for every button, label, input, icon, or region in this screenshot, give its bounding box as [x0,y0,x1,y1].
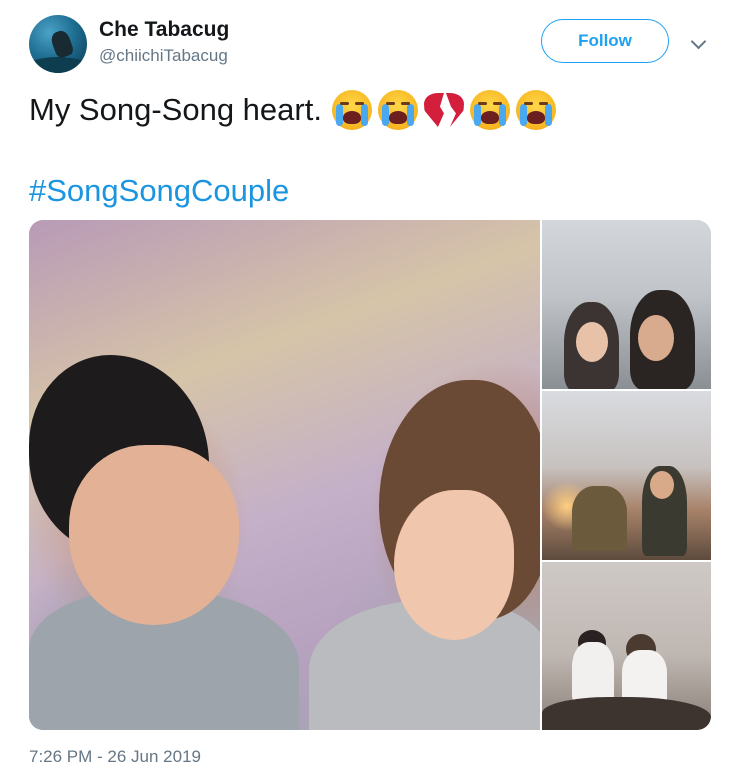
photo-2[interactable] [542,220,711,389]
loudly-crying-face-icon [331,90,372,130]
avatar-diver [49,28,75,60]
user-display-name[interactable]: Che Tabacug [99,18,229,42]
loudly-crying-face-icon [377,90,418,130]
tweet-body: My Song-Song heart. [29,92,322,127]
tweet-timestamp[interactable]: 7:26 PM - 26 Jun 2019 [29,747,201,767]
hashtag-link[interactable]: #SongSongCouple [29,173,289,209]
user-handle[interactable]: @chiichiTabacug [99,46,228,66]
media-grid [29,220,711,730]
chevron-down-icon[interactable] [690,33,707,50]
emoji-row [331,90,556,130]
user-avatar[interactable] [29,15,87,73]
photo-4[interactable] [542,562,711,730]
follow-button[interactable]: Follow [541,19,669,63]
photo-1[interactable] [29,220,540,730]
loudly-crying-face-icon [515,90,556,130]
broken-heart-icon [423,91,464,129]
tweet-text: My Song-Song heart. [29,90,556,130]
avatar-reef [29,57,87,73]
loudly-crying-face-icon [469,90,510,130]
photo-3[interactable] [542,391,711,560]
